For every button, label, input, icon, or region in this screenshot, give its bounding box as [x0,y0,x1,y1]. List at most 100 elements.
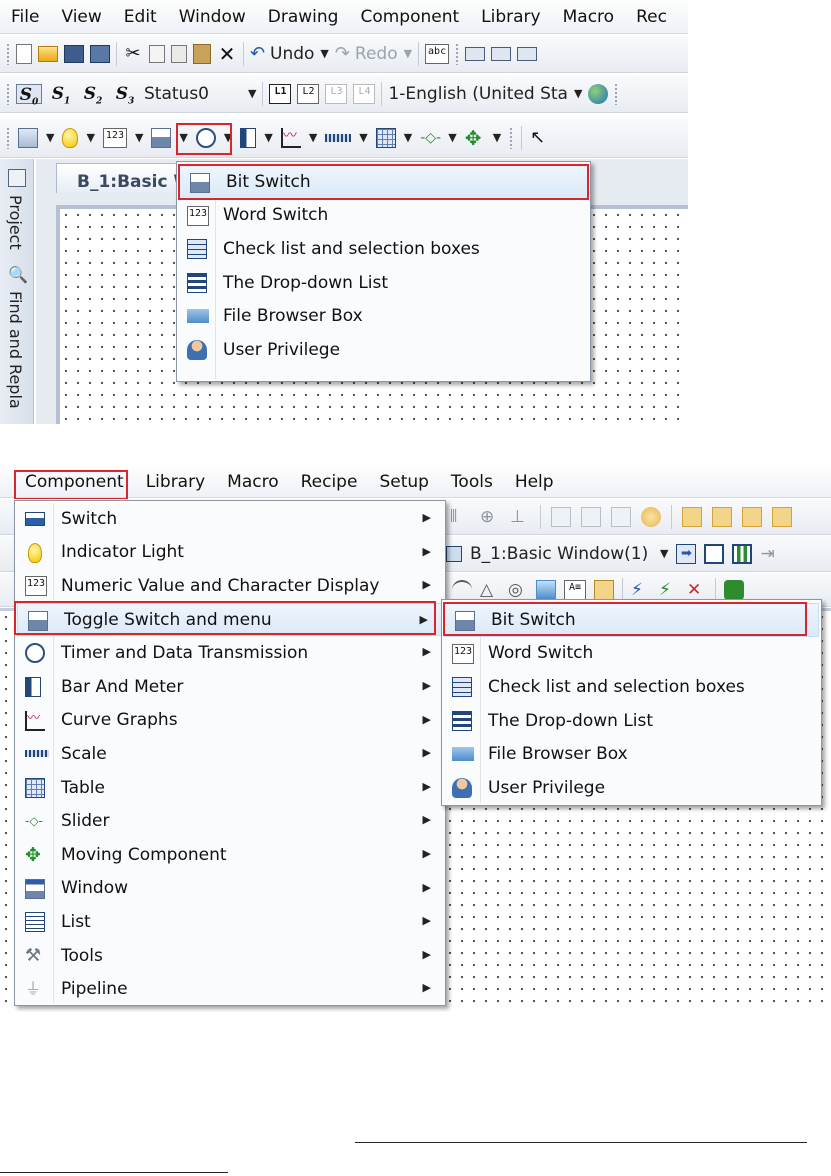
toggle-dropdown-arrow[interactable]: ▼ [179,131,187,144]
submenu-item-bit-switch[interactable]: Bit Switch [444,603,819,637]
text-box-icon[interactable]: A≡ [564,579,586,600]
slider-icon[interactable]: -◇- [420,128,441,148]
dropdown-item-bit-switch[interactable]: Bit Switch [179,165,588,199]
align-icon[interactable]: ⫴ [450,507,470,527]
group-icon[interactable] [551,506,571,527]
menu-view[interactable]: View [50,7,112,27]
undo-dropdown-arrow[interactable]: ▼ [320,47,328,60]
redo-button[interactable]: Redo [355,44,398,64]
menu-item-tools[interactable]: ⚒ Tools ▶ [15,939,445,973]
menu-macro[interactable]: Macro [552,7,625,27]
arc-icon[interactable] [452,579,472,600]
bring-front-icon[interactable] [742,506,762,527]
submenu-item-file-browser[interactable]: File Browser Box [442,737,821,771]
layer-l3-button[interactable]: L3 [325,83,348,104]
menu-item-numeric-display[interactable]: 123 Numeric Value and Character Display … [15,569,445,603]
copy-icon[interactable] [149,44,165,63]
window-import-icon[interactable]: ⇥ [760,544,780,564]
menu-item-slider[interactable]: -◇- Slider ▶ [15,804,445,838]
menu-drawing[interactable]: Drawing [257,7,350,27]
menu-window[interactable]: Window [168,7,257,27]
align-right-icon[interactable] [491,46,512,61]
menu-macro[interactable]: Macro [216,472,289,492]
menu-item-scale[interactable]: Scale ▶ [15,737,445,771]
redo-dropdown-arrow[interactable]: ▼ [404,47,412,60]
align-left-icon[interactable] [465,46,486,61]
delete-icon[interactable]: ✕ [217,44,237,64]
dropdown-item-word-switch[interactable]: 123 Word Switch [177,199,590,233]
language-select[interactable]: 1-English (United Sta [388,84,568,104]
curve-dropdown-arrow[interactable]: ▼ [309,131,317,144]
state-s0-button[interactable]: S0 [16,83,42,107]
menu-item-toggle-switch[interactable]: Toggle Switch and menu ▶ [17,602,443,637]
toolbar-grip[interactable] [455,42,460,65]
dropdown-item-file-browser[interactable]: File Browser Box [177,299,590,333]
layer-l1-button[interactable]: L1 [269,83,292,104]
menu-item-list[interactable]: List ▶ [15,905,445,939]
timer-icon[interactable] [195,127,216,148]
menu-component[interactable]: Component [349,7,470,27]
numeric-dropdown-arrow[interactable]: ▼ [135,131,143,144]
open-folder-icon[interactable] [38,45,58,62]
menu-recipe[interactable]: Recipe [290,472,369,492]
menu-item-moving-component[interactable]: ✥ Moving Component ▶ [15,838,445,872]
select-pointer-icon[interactable]: ↖ [530,127,550,148]
table-draw-icon[interactable] [594,579,614,600]
polygon-icon[interactable]: △ [480,580,500,600]
window-frame-icon[interactable] [704,543,725,564]
menu-setup[interactable]: Setup [368,472,439,492]
language-dropdown-arrow[interactable]: ▼ [574,87,582,100]
submenu-item-word-switch[interactable]: 123 Word Switch [442,637,821,671]
slider-dropdown-arrow[interactable]: ▼ [448,131,456,144]
palette-icon[interactable] [641,506,661,527]
moving-dropdown-arrow[interactable]: ▼ [493,131,501,144]
switch-component-icon[interactable] [18,127,38,148]
window-dropdown-arrow[interactable]: ▼ [660,547,668,560]
chart-icon[interactable]: ⊥ [510,507,530,527]
menu-tools[interactable]: Tools [440,472,504,492]
bar-meter-icon[interactable] [240,127,257,148]
menu-library[interactable]: Library [135,472,216,492]
menu-help[interactable]: Help [504,472,565,492]
document-tab[interactable]: B_1:Basic W [56,163,196,193]
state-s2-button[interactable]: S2 [80,84,106,106]
paste-format-icon[interactable] [712,506,732,527]
menu-item-pipeline[interactable]: ⏚ Pipeline ▶ [15,972,445,1006]
toolbar-grip[interactable] [614,82,619,105]
submenu-item-check-list[interactable]: Check list and selection boxes [442,670,821,704]
dropdown-item-drop-down-list[interactable]: The Drop-down List [177,266,590,300]
align-top-icon[interactable] [517,46,538,61]
save-icon[interactable] [64,44,84,63]
new-file-icon[interactable] [16,43,32,64]
wand2-icon[interactable]: ⚡ [659,580,679,600]
layer-l4-button[interactable]: L4 [353,83,376,104]
copy-format-icon[interactable] [682,506,702,527]
send-back-icon[interactable] [772,506,792,527]
state-s1-button[interactable]: S1 [48,84,74,106]
bar-dropdown-arrow[interactable]: ▼ [264,131,272,144]
toolbar-grip[interactable] [6,82,10,105]
scale-icon[interactable] [325,133,352,142]
menu-item-table[interactable]: Table ▶ [15,771,445,805]
redo-icon[interactable]: ↷ [335,43,350,64]
distribute-icon[interactable]: ⊕ [480,507,500,527]
toolbar-grip[interactable] [6,42,10,65]
state-s3-button[interactable]: S3 [112,84,138,106]
menu-item-indicator-light[interactable]: Indicator Light ▶ [15,536,445,570]
save-all-icon[interactable] [90,44,110,63]
globe-icon[interactable] [588,83,609,104]
window-bars-icon[interactable] [732,543,753,564]
picture-icon[interactable] [536,579,556,600]
status-dropdown-arrow[interactable]: ▼ [248,87,256,100]
indicator-dropdown-arrow[interactable]: ▼ [86,131,94,144]
scale-dropdown-arrow[interactable]: ▼ [359,131,367,144]
timer-dropdown-arrow[interactable]: ▼ [224,131,232,144]
undo-button[interactable]: Undo [270,44,314,64]
menu-item-curve-graphs[interactable]: 〰 Curve Graphs ▶ [15,704,445,738]
menu-file[interactable]: File [0,7,50,27]
go-window-icon[interactable]: ➡ [676,543,697,564]
menu-item-switch[interactable]: Switch ▶ [15,502,445,536]
menu-edit[interactable]: Edit [113,7,168,27]
undo-icon[interactable]: ↶ [250,43,265,64]
curve-graph-icon[interactable]: 〰 [280,127,301,148]
